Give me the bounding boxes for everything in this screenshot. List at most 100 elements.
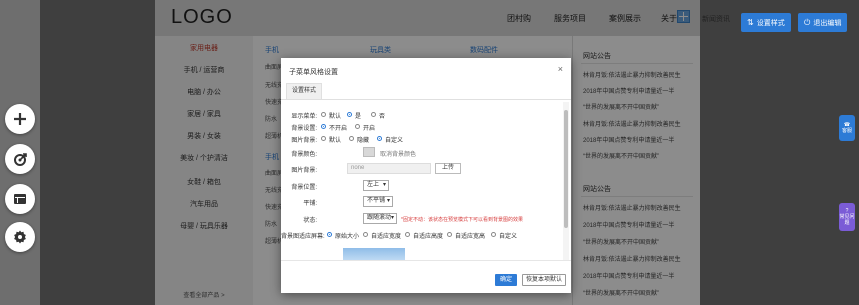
product-link[interactable]: 防水 [265, 219, 277, 228]
product-link[interactable]: 防水 [265, 114, 277, 123]
scrollbar-thumb[interactable] [564, 110, 568, 228]
radio-custom-size[interactable] [491, 232, 496, 237]
field-label: 背景设置: [291, 126, 317, 132]
restore-default-button[interactable]: 恢复本项默认 [522, 274, 566, 286]
tile-select[interactable]: 不平铺 [363, 196, 393, 207]
news-item[interactable]: 林肯月饭:依法遏止暴力抑制改善民生 [583, 203, 695, 212]
radio-label: 是 [355, 114, 362, 120]
plus-icon [14, 113, 26, 125]
radio-label: 开启 [363, 126, 376, 132]
exit-edit-button[interactable]: ⏻ 退出编辑 [798, 13, 848, 32]
field-label: 状态: [303, 218, 317, 224]
category-item[interactable]: 家居 / 家具 [155, 109, 253, 119]
divider [581, 63, 693, 64]
view-all-products-link[interactable]: 查看全部产品 > [155, 290, 253, 299]
news-item[interactable]: “世界的发展离不开中国贡献” [583, 288, 695, 297]
category-item[interactable]: 母婴 / 玩具乐器 [155, 221, 253, 231]
news-item[interactable]: 2018年中国点赞专利申请量近一半 [583, 271, 695, 280]
swap-icon: ⇅ [747, 18, 754, 27]
position-select[interactable]: 左上 [363, 180, 389, 191]
upload-button[interactable]: 上传 [435, 163, 461, 174]
radio-label: 自定义 [385, 138, 404, 144]
tab-set-style[interactable]: 设置样式 [286, 83, 322, 100]
submenu-style-dialog: 子菜单风格设置 × 设置样式 显示菜单: 默认 是 否 背景设置: 不开启 开启… [281, 58, 571, 293]
radio-custom[interactable] [377, 136, 382, 141]
news-item[interactable]: 2018年中国点赞专利申请量近一半 [583, 86, 695, 95]
radio-label: 自适应宽度 [371, 234, 402, 240]
close-icon[interactable]: × [558, 64, 563, 74]
clear-color-link[interactable]: 取消背景颜色 [380, 149, 416, 158]
news-item[interactable]: “世界的发展离不开中国贡献” [583, 102, 695, 111]
radio-fit-both[interactable] [447, 232, 452, 237]
radio-label: 原始大小 [335, 234, 360, 240]
customer-service-label: 客服 [841, 128, 852, 134]
radio-fit-height[interactable] [405, 232, 410, 237]
radio-fit-width[interactable] [363, 232, 368, 237]
nav-item-services[interactable]: 服务项目 [554, 13, 586, 24]
layout-button[interactable] [5, 184, 35, 214]
add-nav-icon[interactable] [677, 10, 690, 23]
nav-item-news[interactable]: 新闻资讯 [702, 14, 730, 24]
dialog-title: 子菜单风格设置 [289, 69, 338, 76]
radio-default[interactable] [321, 112, 326, 117]
category-item[interactable]: 汽车用品 [155, 199, 253, 209]
field-label: 背景颜色: [291, 152, 317, 158]
nav-item-group-buy[interactable]: 团村购 [507, 13, 531, 24]
news-item[interactable]: 2018年中国点赞专利申请量近一半 [583, 220, 695, 229]
color-swatch[interactable] [363, 147, 375, 157]
category-item[interactable]: 手机 / 运营商 [155, 65, 253, 75]
site-logo: LOGO [171, 6, 233, 28]
product-column-heading[interactable]: 手机 [265, 45, 279, 55]
field-label: 图片背景: [291, 138, 317, 144]
radio-label: 自适应高度 [413, 234, 444, 240]
field-label: 背景图适应屏幕: [281, 234, 325, 240]
news-item[interactable]: 林肯月饭:依法遏止暴力抑制改善民生 [583, 254, 695, 263]
gear-icon [14, 230, 26, 244]
news-item[interactable]: 林肯月饭:依法遏止暴力抑制改善民生 [583, 119, 695, 128]
radio-yes[interactable] [347, 112, 352, 117]
field-label: 平铺: [303, 201, 317, 207]
confirm-button[interactable]: 确定 [495, 274, 517, 286]
category-item[interactable]: 美妆 / 个护清洁 [155, 153, 253, 163]
news-panel-title: 网站公告 [583, 186, 611, 193]
category-item[interactable]: 家用电器 [155, 43, 253, 53]
set-style-button[interactable]: ⇅ 设置样式 [741, 13, 791, 32]
product-column-heading[interactable]: 玩具类 [370, 45, 391, 55]
radio-off[interactable] [321, 124, 326, 129]
settings-button[interactable] [5, 222, 35, 252]
field-label: 背景位置: [291, 185, 317, 191]
nav-item-about[interactable]: 关于 [661, 13, 677, 24]
radio-default[interactable] [321, 136, 326, 141]
category-item[interactable]: 女鞋 / 箱包 [155, 177, 253, 187]
faq-tab[interactable]: ? 常见问题 [839, 203, 855, 231]
news-panel: 网站公告 林肯月饭:依法遏止暴力抑制改善民生 2018年中国点赞专利申请量近一半… [572, 36, 700, 305]
radio-hide[interactable] [349, 136, 354, 141]
state-select[interactable]: 跟随滚动 [363, 213, 397, 224]
target-button[interactable] [5, 144, 35, 174]
product-column-heading[interactable]: 数码配件 [470, 45, 498, 55]
nav-item-cases[interactable]: 案例展示 [609, 13, 641, 24]
radio-label: 隐藏 [357, 138, 370, 144]
radio-on[interactable] [355, 124, 360, 129]
exit-edit-label: 退出编辑 [813, 19, 842, 27]
category-item[interactable]: 电脑 / 办公 [155, 87, 253, 97]
news-item[interactable]: “世界的发展离不开中国贡献” [583, 151, 695, 160]
add-button[interactable] [5, 104, 35, 134]
target-icon [14, 153, 27, 166]
divider [581, 196, 693, 197]
radio-original-size[interactable] [327, 232, 332, 237]
radio-label: 默认 [329, 114, 342, 120]
category-item[interactable]: 男装 / 女装 [155, 131, 253, 141]
customer-service-tab[interactable]: ☎ 客服 [839, 115, 855, 141]
state-warning: *固定不动：该状态在预览模式下可以看到背景图的效果 [401, 217, 523, 223]
news-item[interactable]: 林肯月饭:依法遏止暴力抑制改善民生 [583, 70, 695, 79]
news-panel-title: 网站公告 [583, 53, 611, 60]
news-item[interactable]: 2018年中国点赞专利申请量近一半 [583, 135, 695, 144]
radio-no[interactable] [371, 112, 376, 117]
image-url-input[interactable]: none [347, 163, 431, 174]
tab-divider [281, 99, 571, 100]
radio-label: 不开启 [329, 126, 348, 132]
power-icon: ⏻ [804, 17, 811, 27]
product-column-heading[interactable]: 手机 [265, 152, 279, 162]
news-item[interactable]: “世界的发展离不开中国贡献” [583, 237, 695, 246]
